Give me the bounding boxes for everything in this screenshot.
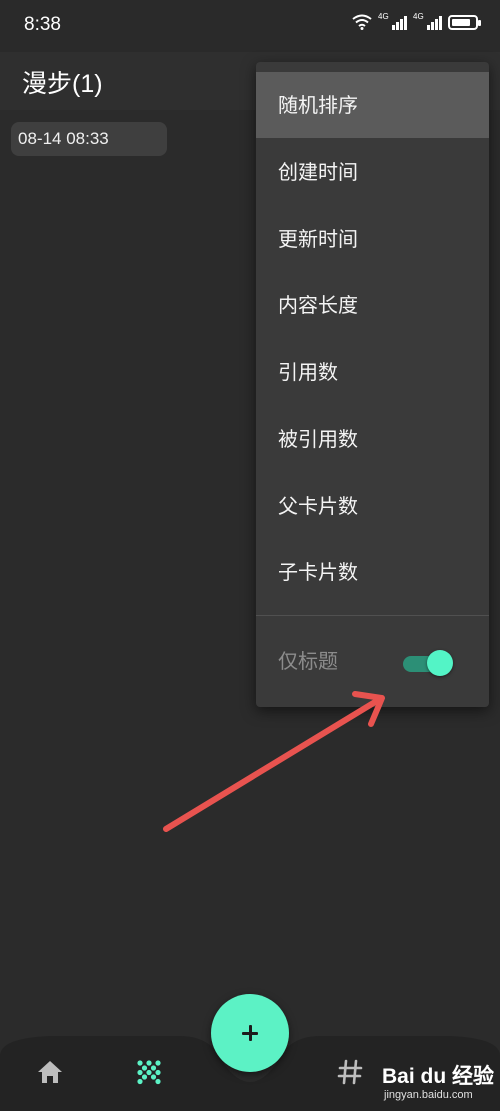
- status-bar: 8:38 4G 4G: [0, 0, 500, 52]
- add-card-button[interactable]: [211, 994, 289, 1072]
- network-type-label: 4G: [378, 12, 389, 21]
- menu-item-content-length[interactable]: 内容长度: [256, 272, 489, 338]
- menu-item-random-order[interactable]: 随机排序: [256, 72, 489, 138]
- watermark-url: jingyan.baidu.com: [384, 1089, 473, 1101]
- battery-icon: [448, 14, 481, 30]
- status-icons: 4G 4G: [352, 12, 481, 30]
- status-time: 8:38: [24, 14, 61, 35]
- menu-item-parent-card-count[interactable]: 父卡片数: [256, 473, 489, 539]
- card-chip[interactable]: 08-14 08:33: [11, 122, 167, 156]
- menu-item-reference-count[interactable]: 引用数: [256, 339, 489, 405]
- page-title: 漫步(1): [22, 70, 103, 98]
- menu-item-referenced-count[interactable]: 被引用数: [256, 406, 489, 472]
- wifi-icon: [352, 14, 372, 30]
- menu-item-created-time[interactable]: 创建时间: [256, 139, 489, 205]
- title-only-label: 仅标题: [278, 649, 338, 673]
- shuffle-dots-icon[interactable]: [136, 1059, 162, 1085]
- watermark: Bai du 经验 jingyan.baidu.com: [380, 1058, 498, 1108]
- menu-divider: [256, 615, 489, 616]
- watermark-brand: Bai du 经验: [382, 1065, 495, 1088]
- menu-item-updated-time[interactable]: 更新时间: [256, 206, 489, 272]
- toggle-thumb[interactable]: [427, 650, 453, 676]
- home-icon[interactable]: [36, 1059, 64, 1085]
- cell-signal-icon: 4G: [413, 12, 442, 30]
- menu-item-child-card-count[interactable]: 子卡片数: [256, 539, 489, 605]
- network-type-label: 4G: [413, 12, 424, 21]
- cell-signal-icon: 4G: [378, 12, 407, 30]
- sort-menu: 随机排序 创建时间 更新时间 内容长度 引用数 被引用数 父卡片数 子卡片数 仅…: [256, 62, 489, 707]
- hashtag-icon[interactable]: [337, 1058, 363, 1086]
